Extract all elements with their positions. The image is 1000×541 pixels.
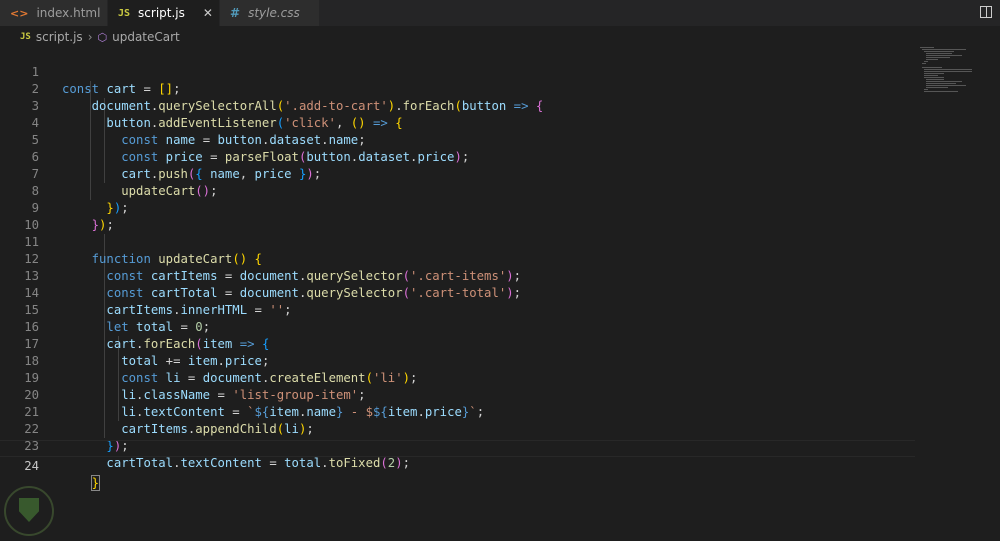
- code-token: cartTotal: [106, 456, 174, 470]
- code-line: 11 function updateCart() {: [0, 217, 915, 266]
- tab-label: style.css: [248, 6, 300, 20]
- code-token: ): [395, 456, 403, 470]
- minimap-line: [926, 81, 962, 82]
- code-line: 23 cartTotal.textContent = total.toFixed…: [0, 421, 915, 470]
- current-line: 24 }: [0, 440, 915, 491]
- code-token: total: [284, 456, 322, 470]
- minimap-line: [926, 55, 962, 56]
- code-line: 2 document.querySelectorAll('.add-to-car…: [0, 64, 915, 113]
- tab-label: index.html: [36, 6, 101, 20]
- js-file-icon: JS: [20, 32, 31, 42]
- minimap-line: [924, 77, 944, 78]
- tab-bar: <> index.html JS script.js ✕ # style.css: [0, 0, 1000, 26]
- code-line: 10: [0, 200, 915, 232]
- breadcrumb-symbol[interactable]: updateCart: [112, 30, 180, 44]
- code-token: textContent: [180, 456, 262, 470]
- minimap-line: [926, 79, 944, 80]
- css-file-icon: #: [230, 6, 241, 20]
- minimap-line: [924, 61, 928, 62]
- code-line: 21 cartItems.appendChild(li);: [0, 387, 915, 436]
- code-token: (: [380, 456, 388, 470]
- vertical-scrollbar[interactable]: [988, 47, 1000, 541]
- minimap-line: [922, 67, 942, 68]
- code-line: 14 cartItems.innerHTML = '';: [0, 268, 915, 317]
- code-line: 15 let total = 0;: [0, 285, 915, 334]
- minimap-line: [924, 75, 938, 76]
- minimap-line: [926, 85, 966, 86]
- function-symbol-icon: ⬡: [97, 30, 108, 44]
- breadcrumb-file[interactable]: script.js: [36, 30, 83, 44]
- code-line: 13 const cartTotal = document.querySelec…: [0, 251, 915, 300]
- code-line: 12 const cartItems = document.querySelec…: [0, 234, 915, 283]
- code-line: 20 li.textContent = `${item.name} - $${i…: [0, 370, 915, 419]
- code-token: ;: [402, 456, 411, 470]
- code-text: }: [62, 475, 101, 492]
- minimap-line: [926, 59, 938, 60]
- minimap-line: [924, 71, 972, 72]
- code-line: 1 const cart = [];: [0, 47, 915, 96]
- minimap-line: [926, 87, 948, 88]
- breadcrumb: JS script.js › ⬡ updateCart: [0, 27, 1000, 47]
- minimap-line: [920, 47, 934, 48]
- code-line: 5 const price = parseFloat(button.datase…: [0, 115, 915, 164]
- code-token: .: [321, 456, 329, 470]
- minimap-line: [926, 83, 956, 84]
- tab-index-html[interactable]: <> index.html: [0, 0, 108, 26]
- tab-label: script.js: [138, 6, 185, 20]
- minimap-line: [922, 63, 926, 64]
- minimap-line: [924, 73, 944, 74]
- code-line: 9 });: [0, 183, 915, 232]
- minimap-line: [924, 89, 928, 90]
- html-file-icon: <>: [10, 6, 29, 20]
- watermark-logo: [4, 486, 54, 536]
- code-line: 22 });: [0, 404, 915, 453]
- code-token: toFixed: [328, 456, 381, 470]
- close-icon[interactable]: ✕: [203, 6, 213, 20]
- code-line: 4 const name = button.dataset.name;: [0, 98, 915, 147]
- js-file-icon: JS: [118, 7, 131, 19]
- minimap-line: [926, 57, 950, 58]
- code-token: =: [269, 456, 277, 470]
- minimap-line: [924, 91, 958, 92]
- minimap[interactable]: [918, 47, 988, 107]
- code-text: cartTotal.textContent = total.toFixed(2)…: [62, 455, 410, 472]
- code-editor[interactable]: 1 const cart = []; 2 document.querySelec…: [0, 47, 1000, 541]
- minimap-line: [922, 49, 966, 50]
- code-line: 19 li.className = 'list-group-item';: [0, 353, 915, 402]
- split-editor-icon[interactable]: [980, 6, 992, 18]
- code-line: 7 updateCart();: [0, 149, 915, 198]
- code-line: 3 button.addEventListener('click', () =>…: [0, 81, 915, 130]
- code-line: 18 const li = document.createElement('li…: [0, 336, 915, 385]
- minimap-line: [924, 69, 972, 70]
- code-line: 8 });: [0, 166, 915, 215]
- chevron-right-icon: ›: [87, 30, 93, 44]
- code-line: 16 cart.forEach(item => {: [0, 302, 915, 351]
- minimap-line: [924, 51, 954, 52]
- line-number: 24: [24, 459, 39, 473]
- minimap-line: [926, 53, 952, 54]
- tab-script-js[interactable]: JS script.js ✕: [108, 0, 220, 26]
- tab-style-css[interactable]: # style.css: [220, 0, 320, 26]
- matched-bracket: }: [90, 475, 101, 491]
- code-line: 6 cart.push({ name, price });: [0, 132, 915, 181]
- code-line: 17 total += item.price;: [0, 319, 915, 368]
